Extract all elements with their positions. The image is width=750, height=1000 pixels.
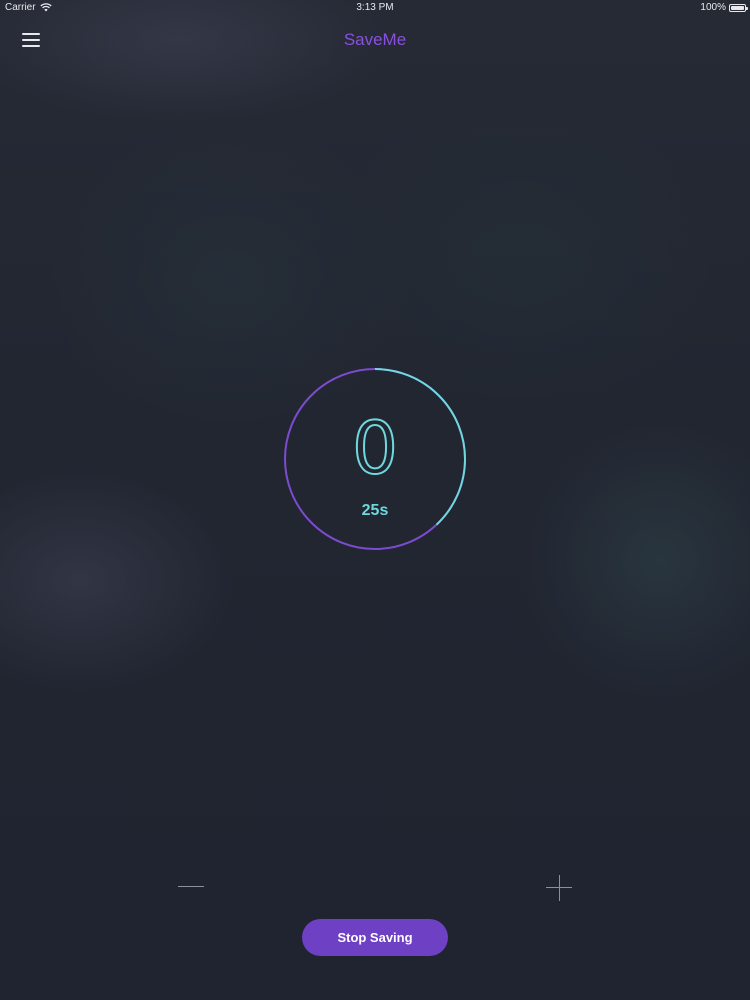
battery-percent: 100% — [700, 2, 726, 13]
minus-icon[interactable] — [172, 876, 210, 898]
timer-count: 0 — [351, 406, 399, 490]
minus-bar — [178, 886, 204, 887]
timer-ring: 0 25s — [282, 366, 468, 552]
stop-saving-button[interactable]: Stop Saving — [302, 919, 448, 956]
status-time: 3:13 PM — [356, 2, 394, 13]
plus-icon[interactable] — [540, 871, 578, 905]
timer-seconds: 25s — [361, 502, 389, 519]
status-bar: Carrier 3:13 PM 100% — [0, 0, 750, 16]
plus-bar-vertical — [559, 875, 560, 901]
status-right: 100% — [700, 2, 748, 13]
battery-icon — [729, 3, 748, 12]
app-title: SaveMe — [343, 30, 407, 49]
